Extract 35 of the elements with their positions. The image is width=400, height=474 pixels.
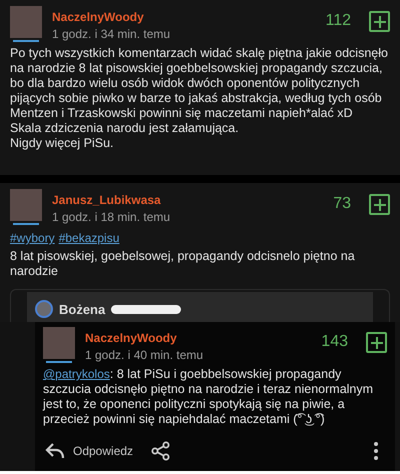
upvote-button[interactable]	[369, 194, 390, 215]
comment-text: Po tych wszystkich komentarzach widać skalę piętna jakie odcisnęło na narodzie 8 lat pisowskiej goebbelsowskiej propagandy szczucia, bo dla bardzo wielu osób widok dwóch oponentów politycznych pijących sobie piwko w barze to jakaś abstrakcja, według tych osób Mentzen i Trzaskowski powinni się maczetami napieh*alać xD Skala zdziczenia narodu jest załamująca. Nigdy więcej PiSu.	[10, 46, 389, 152]
mention-link[interactable]: @patrykolos	[43, 367, 110, 381]
plus-icon	[372, 198, 386, 212]
comment-text: @patrykolos: 8 lat PiSu i goebbelsowskiej propagandy szczucia odcisnęło piętno na narodzie i teraz nienormalnym jest to, że oponenci polityczni spotykają się na piwie, a przecież powinni się napiehdalać maczetami (͡° ͜ʖ ͡°)	[43, 367, 374, 427]
vote-count: 112	[325, 12, 351, 30]
upvote-button[interactable]	[369, 11, 390, 32]
avatar-underline	[46, 361, 72, 363]
post-time: 1 godz. i 34 min. temu	[52, 27, 172, 41]
avatar-photo-placeholder	[35, 300, 53, 318]
plus-icon	[372, 14, 386, 28]
upvote-button[interactable]	[366, 332, 387, 353]
avatar-underline	[13, 223, 39, 225]
scribble-mark	[111, 304, 182, 314]
author-name[interactable]: Janusz_Lubikwasa	[52, 193, 324, 207]
share-icon[interactable]	[151, 441, 172, 461]
author-name[interactable]: NaczelnyWoody	[52, 10, 316, 24]
more-options-icon[interactable]	[373, 441, 379, 461]
avatar-photo-placeholder	[43, 327, 75, 359]
vote-count: 143	[321, 333, 348, 351]
tag-link[interactable]: #wybory	[10, 231, 55, 245]
avatar-photo-placeholder	[10, 6, 42, 38]
avatar-photo-placeholder	[10, 189, 42, 221]
post-time: 1 godz. i 40 min. temu	[85, 348, 204, 362]
tag-link[interactable]: #bekazpisu	[58, 231, 120, 245]
vote-count: 73	[333, 195, 351, 213]
avatar-underline	[13, 40, 39, 42]
reply-button[interactable]: Odpowiedz	[45, 442, 134, 460]
embed-card[interactable]: Bożena	[10, 289, 390, 322]
reply-icon	[45, 442, 65, 460]
author-name: Bożena	[59, 302, 106, 316]
post-time: 1 godz. i 18 min. temu	[52, 210, 172, 224]
comment-text: 8 lat pisowskiej, goebelsowej, propagandy odcisnelo piętno na narodzie	[10, 249, 356, 279]
author-name[interactable]: NaczelnyWoody	[85, 331, 312, 345]
plus-icon	[370, 336, 384, 350]
